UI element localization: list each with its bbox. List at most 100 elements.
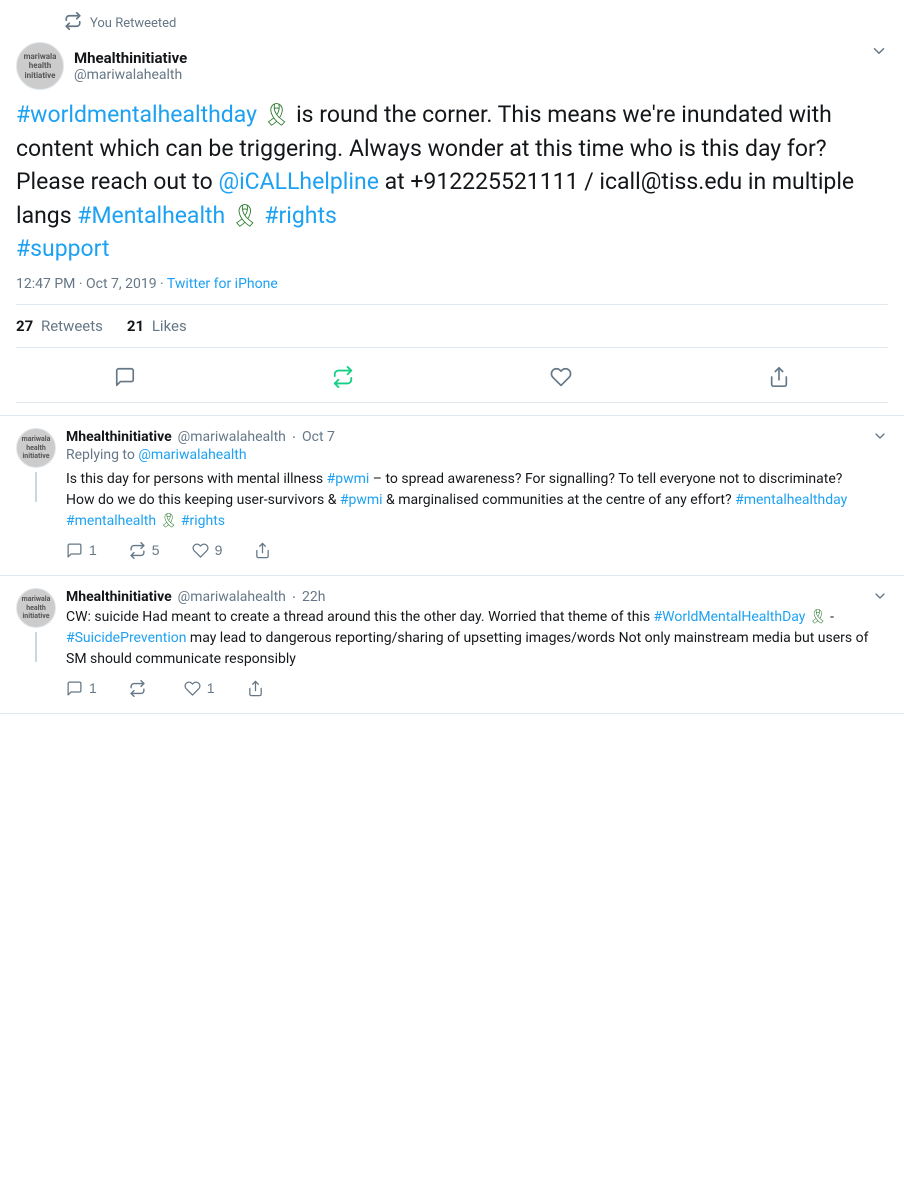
reply-time-2: 22h <box>302 589 325 605</box>
reply1-share-icon <box>254 542 271 559</box>
reply2-like-icon <box>184 680 201 697</box>
reply-actions-2: 1 <box>66 680 872 697</box>
like-count: 21 <box>127 317 144 335</box>
reply1-like-icon <box>192 542 209 559</box>
tweet-stats: 27 Retweets 21 Likes <box>16 304 888 348</box>
reply-avatar-col-2: mariwala health initiative <box>16 588 56 662</box>
reply1-reply-button[interactable]: 1 <box>66 542 97 559</box>
retweet-button[interactable] <box>316 360 370 394</box>
reply2-hashtag-suicide[interactable]: #SuicidePrevention <box>66 630 186 646</box>
retweet-icon <box>332 366 354 388</box>
mention-icallhelpline[interactable]: @iCALLhelpline <box>218 168 378 195</box>
reply2-like-count: 1 <box>207 680 215 696</box>
reply-separator-1: · <box>292 428 296 447</box>
reply2-reply-count: 1 <box>89 680 97 696</box>
reply2-retweet-icon <box>129 680 146 697</box>
reply1-reply-count: 1 <box>89 542 97 558</box>
reply-to-1: Replying to @mariwalahealth <box>66 447 872 463</box>
retweet-indicator-label: You Retweeted <box>90 16 176 31</box>
reply2-share-icon <box>247 680 264 697</box>
reply-handle-1[interactable]: @mariwalahealth <box>178 429 286 445</box>
reply-tweet-1: mariwala health initiative Mhealthinitia… <box>0 416 904 576</box>
reply-avatar-2[interactable]: mariwala health initiative <box>16 588 56 628</box>
reply-display-name-1[interactable]: Mhealthinitiative <box>66 429 172 445</box>
retweet-indicator-icon <box>64 12 82 34</box>
reply-header-left-1: mariwala health initiative Mhealthinitia… <box>16 428 872 559</box>
replying-to-handle-1[interactable]: @mariwalahealth <box>138 447 246 463</box>
chevron-down-icon[interactable] <box>870 42 888 65</box>
reply1-retweet-icon <box>129 542 146 559</box>
reply-avatar-1[interactable]: mariwala health initiative <box>16 428 56 468</box>
reply-text-1: Is this day for persons with mental illn… <box>66 469 872 532</box>
ribbon-icon-1: 🎗 <box>263 103 296 128</box>
reply-icon <box>114 366 136 388</box>
reply1-like-button[interactable]: 9 <box>192 542 223 559</box>
main-tweet-container: You Retweeted mariwala health initiative… <box>0 0 904 416</box>
reply-user-info-2: Mhealthinitiative @mariwalahealth · 22h <box>66 588 872 607</box>
reply-avatar-logo-2: mariwala health initiative <box>17 593 55 622</box>
reply-separator-2: · <box>292 588 296 607</box>
hashtag-support[interactable]: #support <box>16 235 110 262</box>
reply-tweet-2: mariwala health initiative Mhealthinitia… <box>0 576 904 714</box>
share-icon <box>768 366 790 388</box>
reply-header-left-2: mariwala health initiative Mhealthinitia… <box>16 588 872 697</box>
reply-thread: mariwala health initiative Mhealthinitia… <box>0 416 904 714</box>
tweet-header: mariwala health initiative Mhealthinitia… <box>16 42 888 90</box>
reply2-like-button[interactable]: 1 <box>184 680 215 697</box>
reply1-like-count: 9 <box>215 542 223 558</box>
tweet-timestamp: 12:47 PM · Oct 7, 2019 · <box>16 276 167 292</box>
reply-text-2: CW: suicide Had meant to create a thread… <box>66 607 872 670</box>
reply-actions-1: 1 5 <box>66 542 872 559</box>
hashtag-mentalhealth[interactable]: #Mentalhealth <box>77 202 225 229</box>
replying-to-label-1: Replying to <box>66 447 135 463</box>
avatar[interactable]: mariwala health initiative <box>16 42 64 90</box>
thread-line-1 <box>35 472 37 502</box>
user-info: Mhealthinitiative @mariwalahealth <box>74 49 187 83</box>
user-handle[interactable]: @mariwalahealth <box>74 67 187 83</box>
reply1-chevron-icon[interactable] <box>872 428 888 449</box>
display-name[interactable]: Mhealthinitiative <box>74 49 187 67</box>
retweet-indicator: You Retweeted <box>64 12 888 34</box>
ribbon-icon-4: 🎗 <box>809 609 827 625</box>
tweet-actions <box>16 352 888 403</box>
retweet-count-stat[interactable]: 27 Retweets <box>16 317 103 335</box>
reply1-hashtag-mentalhealth[interactable]: #mentalhealth <box>66 513 156 529</box>
reply1-hashtag-pwmi2[interactable]: #pwmi <box>340 492 383 508</box>
like-icon <box>550 366 572 388</box>
reply2-reply-icon <box>66 680 83 697</box>
reply2-share-button[interactable] <box>247 680 264 697</box>
tweet-meta: 12:47 PM · Oct 7, 2019 · Twitter for iPh… <box>16 276 888 292</box>
reply2-hashtag-wmhd[interactable]: #WorldMentalHealthDay <box>654 609 806 625</box>
reply1-share-button[interactable] <box>254 542 271 559</box>
share-button[interactable] <box>752 360 806 394</box>
reply-time-1: Oct 7 <box>302 429 335 445</box>
reply-header-2: mariwala health initiative Mhealthinitia… <box>16 588 888 697</box>
ribbon-icon-2: 🎗 <box>231 204 264 229</box>
reply1-retweet-button[interactable]: 5 <box>129 542 160 559</box>
reply1-hashtag-rights[interactable]: #rights <box>181 513 225 529</box>
tweet-text: #worldmentalhealthday 🎗 is round the cor… <box>16 98 888 266</box>
reply2-reply-button[interactable]: 1 <box>66 680 97 697</box>
likes-label: Likes <box>152 317 187 335</box>
reply1-retweet-count: 5 <box>152 542 160 558</box>
reply-handle-2[interactable]: @mariwalahealth <box>178 589 286 605</box>
hashtag-rights[interactable]: #rights <box>264 202 337 229</box>
hashtag-worldmentalhealthday[interactable]: #worldmentalhealthday <box>16 101 257 128</box>
reply2-retweet-button[interactable] <box>129 680 152 697</box>
like-count-stat[interactable]: 21 Likes <box>127 317 187 335</box>
reply-avatar-logo-1: mariwala health initiative <box>17 433 55 462</box>
tweet-header-left: mariwala health initiative Mhealthinitia… <box>16 42 187 90</box>
reply2-chevron-icon[interactable] <box>872 588 888 609</box>
thread-line-2 <box>35 632 37 662</box>
reply-avatar-col-1: mariwala health initiative <box>16 428 56 502</box>
avatar-logo: mariwala health initiative <box>17 50 63 83</box>
reply1-reply-icon <box>66 542 83 559</box>
reply-button[interactable] <box>98 360 152 394</box>
retweets-label: Retweets <box>41 317 103 335</box>
reply-display-name-2[interactable]: Mhealthinitiative <box>66 589 172 605</box>
tweet-source-link[interactable]: Twitter for iPhone <box>167 276 278 292</box>
reply-user-info-1: Mhealthinitiative @mariwalahealth · Oct … <box>66 428 872 447</box>
like-button[interactable] <box>534 360 588 394</box>
reply1-hashtag-mentalhealthday[interactable]: #mentalhealthday <box>735 492 847 508</box>
reply1-hashtag-pwmi1[interactable]: #pwmi <box>327 471 370 487</box>
